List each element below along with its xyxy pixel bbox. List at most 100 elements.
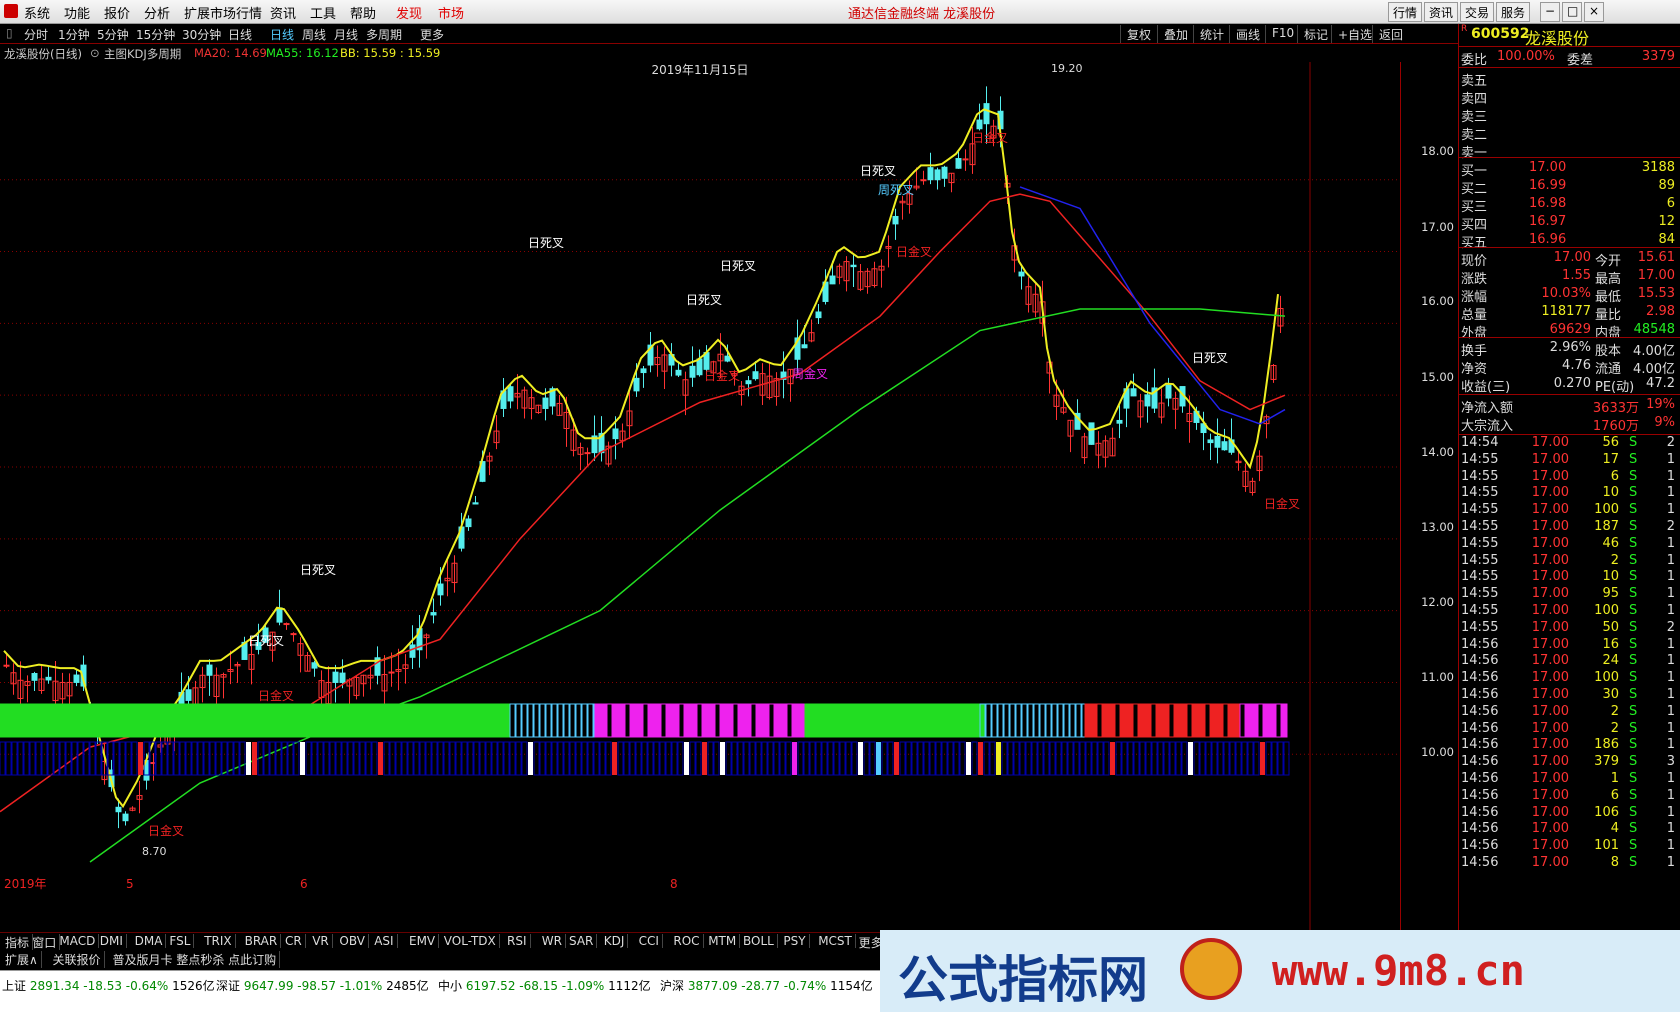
maximize-icon[interactable]: □	[1562, 2, 1582, 22]
tick-time: 14:55	[1461, 586, 1499, 602]
signal-bar-bottom	[83, 741, 90, 776]
main-indicator-name[interactable]: 主图KDJ多周期	[104, 46, 181, 62]
signal-bar-top	[606, 703, 613, 738]
menu-tools[interactable]: 工具	[310, 3, 336, 22]
indicator-tab[interactable]: VOL-TDX	[441, 934, 500, 948]
indicator-tab[interactable]: DMA	[132, 934, 167, 948]
indicator-tab[interactable]: SAR	[566, 934, 598, 948]
indicator-tab[interactable]: ASI	[371, 934, 398, 948]
cross-label: 日金叉	[972, 130, 1008, 145]
index-quote[interactable]: 沪深 3877.09 -28.77 -0.74% 1154亿	[660, 977, 873, 994]
period-tab[interactable]: 1分钟	[58, 26, 90, 43]
indicator-tab[interactable]: RSI	[504, 934, 531, 948]
index-quote[interactable]: 中小 6197.52 -68.15 -1.09% 1112亿	[438, 977, 651, 994]
kline-chart[interactable]: 日死叉日死叉日死叉日死叉日死叉日死叉日死叉周死叉日金叉日金叉日金叉日金叉日金叉日…	[0, 62, 1400, 932]
signal-bar-top	[750, 703, 757, 738]
btn-adjust[interactable]: 复权	[1120, 25, 1157, 43]
period-tab[interactable]: 30分钟	[182, 26, 221, 43]
stock-header[interactable]: R 600592 龙溪股份	[1459, 24, 1680, 48]
menu-function[interactable]: 功能	[64, 3, 90, 22]
signal-bar-top	[461, 703, 468, 738]
btn-service[interactable]: 服务	[1496, 2, 1531, 22]
tick-volume: 30	[1602, 687, 1619, 702]
menu-help[interactable]: 帮助	[350, 3, 376, 22]
indicator-tab[interactable]: PSY	[780, 934, 810, 948]
period-tab[interactable]: 更多	[420, 26, 444, 43]
period-tab[interactable]: 5分钟	[97, 26, 129, 43]
menu-analysis[interactable]: 分析	[144, 3, 170, 22]
btn-info[interactable]: 资讯	[1424, 2, 1459, 22]
candle-body	[332, 671, 339, 683]
btn-trade[interactable]: 交易	[1460, 2, 1495, 22]
settings-icon[interactable]: ⊙	[90, 46, 100, 60]
period-tab[interactable]: 月线	[334, 26, 358, 43]
extension-tab[interactable]: 扩展∧	[2, 951, 42, 968]
period-tab[interactable]: 分时	[24, 26, 48, 43]
panel-toggle-icon[interactable]: ▯	[6, 26, 13, 40]
extension-tab[interactable]: 普及版月卡 整点秒杀 点此订购	[110, 951, 281, 968]
quote-cell: PE(动)	[1595, 380, 1635, 395]
indicator-tab[interactable]: MACD	[56, 934, 100, 948]
btn-overlay[interactable]: 叠加	[1157, 25, 1194, 43]
indicator-tab[interactable]: TRIX	[201, 934, 236, 948]
period-tab[interactable]: 多周期	[366, 26, 402, 43]
indicator-tab[interactable]: BOLL	[740, 934, 778, 948]
window-title: 通达信金融终端 龙溪股份	[848, 7, 996, 22]
tick-volume: 10	[1602, 569, 1619, 585]
menu-quote[interactable]: 报价	[104, 3, 130, 22]
menu-discover[interactable]: 发现	[396, 3, 422, 22]
indicator-tab[interactable]: OBV	[336, 934, 369, 948]
indicator-tab[interactable]: CCI	[636, 934, 663, 948]
menu-system[interactable]: 系统	[24, 3, 50, 22]
indicator-tab[interactable]: KDJ	[601, 934, 629, 948]
signal-bar-top	[191, 703, 198, 738]
minimize-icon[interactable]: −	[1540, 2, 1560, 22]
menu-ext-market[interactable]: 扩展市场行情	[184, 3, 262, 22]
index-quote[interactable]: 深证 9647.99 -98.57 -1.01% 2485亿	[216, 977, 429, 994]
indicator-tab[interactable]: MCST	[815, 934, 856, 948]
btn-stats[interactable]: 统计	[1193, 25, 1230, 43]
indicator-tab[interactable]: CR	[282, 934, 306, 948]
menu-market[interactable]: 市场	[438, 3, 464, 22]
btn-draw[interactable]: 画线	[1229, 25, 1266, 43]
signal-bar-top	[732, 703, 739, 738]
indicator-tab[interactable]: MTM	[705, 934, 741, 948]
candle-body	[45, 676, 52, 681]
btn-back[interactable]: 返回	[1372, 25, 1409, 43]
signal-bar-bottom	[252, 742, 257, 775]
signal-bar-bottom	[0, 741, 6, 776]
signal-bar-bottom	[935, 741, 942, 776]
btn-mark[interactable]: 标记	[1297, 25, 1334, 43]
signal-bar-top	[690, 703, 697, 738]
signal-bar-bottom	[612, 742, 617, 775]
indicator-tab[interactable]: BRAR	[242, 934, 282, 948]
period-tab[interactable]: 日线	[228, 26, 252, 43]
menu-news[interactable]: 资讯	[270, 3, 296, 22]
indicator-tab[interactable]: FSL	[166, 934, 195, 948]
signal-bar-top	[1216, 703, 1223, 738]
period-tab-selected[interactable]: 日线	[270, 26, 294, 43]
indicator-tab[interactable]: EMV	[406, 934, 440, 948]
tick-side: S	[1629, 435, 1638, 450]
signal-bar-top	[774, 703, 781, 738]
tick-side: S	[1629, 737, 1638, 753]
btn-f10[interactable]: F10	[1265, 25, 1300, 43]
signal-bar-bottom	[881, 741, 888, 776]
indicator-tab[interactable]: ROC	[670, 934, 704, 948]
signal-bar-bottom	[300, 742, 305, 775]
close-icon[interactable]: ×	[1584, 2, 1604, 22]
tick-time: 14:56	[1461, 771, 1499, 786]
period-tab[interactable]: 15分钟	[136, 26, 175, 43]
period-tab[interactable]: 周线	[302, 26, 326, 43]
index-quote[interactable]: 上证 2891.34 -18.53 -0.64% 1526亿	[2, 977, 215, 994]
signal-bar-bottom	[629, 741, 636, 776]
extension-tab[interactable]: 关联报价	[50, 951, 105, 968]
indicator-tab[interactable]: DMI	[97, 934, 127, 948]
btn-add-watch[interactable]: +自选	[1331, 25, 1378, 43]
signal-bar-bottom	[389, 741, 396, 776]
btn-market[interactable]: 行情	[1388, 2, 1423, 22]
indicator-tab[interactable]: VR	[309, 934, 333, 948]
signal-bar-top	[59, 703, 66, 738]
indicator-tab[interactable]: WR	[539, 934, 566, 948]
quote-cell: 1760万	[1592, 419, 1639, 434]
